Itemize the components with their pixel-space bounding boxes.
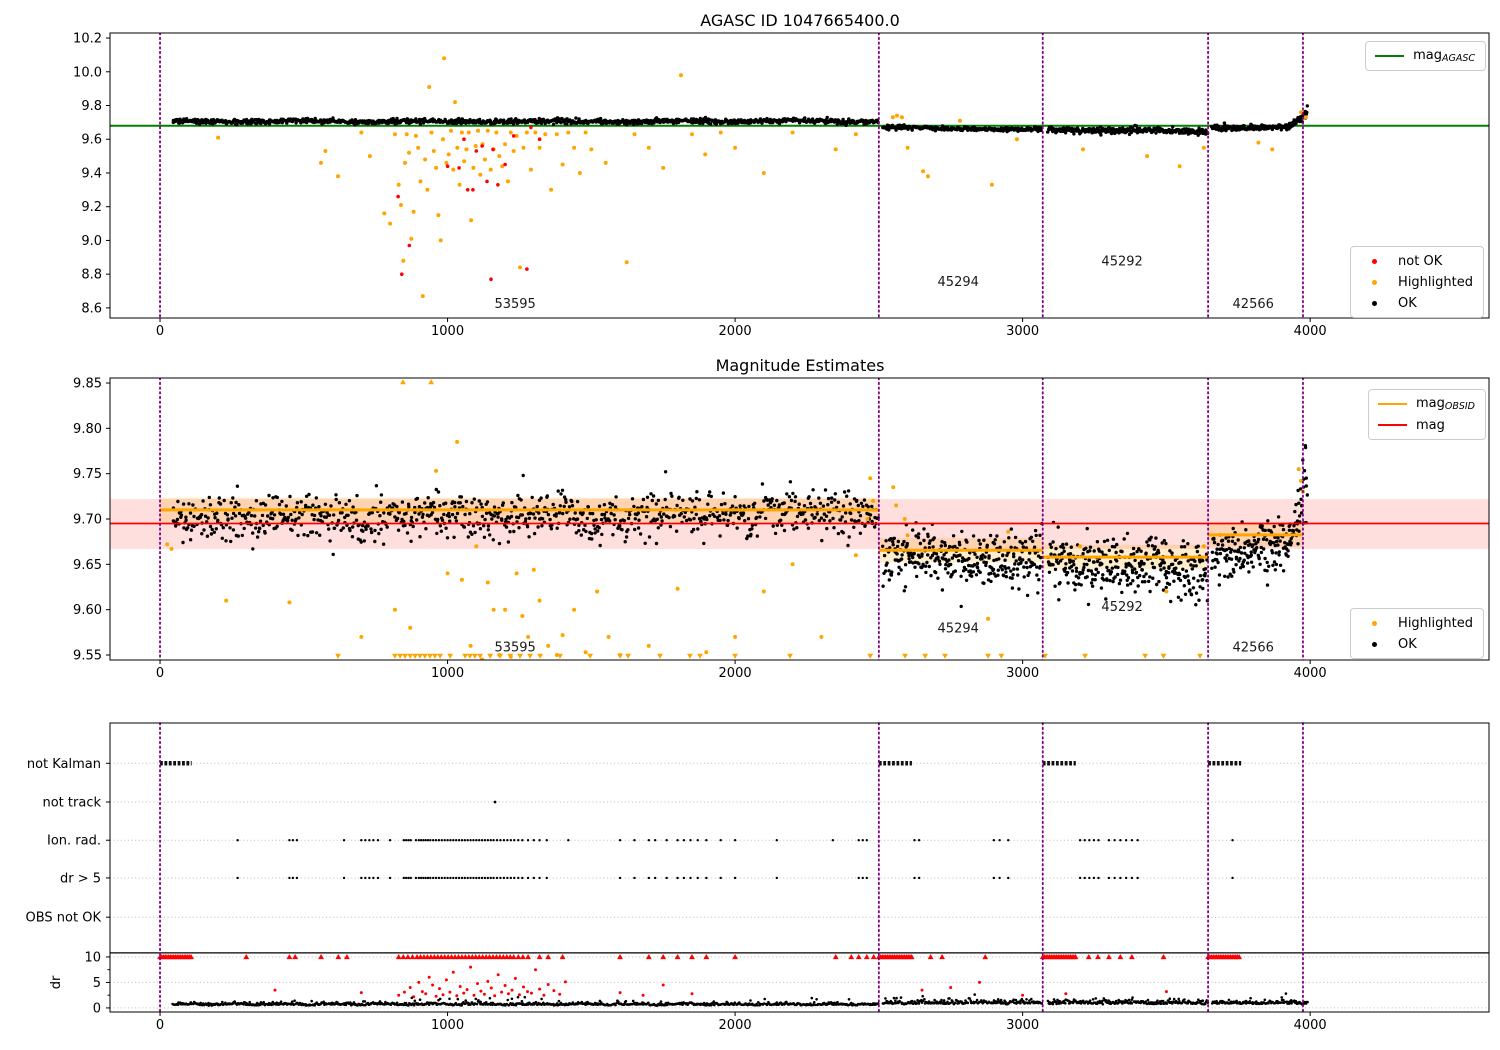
legend-entry: not OK: [1360, 252, 1473, 270]
obsid-label: 42566: [1233, 640, 1274, 655]
dr-axis-label: dr: [49, 975, 64, 989]
bottom-xtick: 4000: [1294, 1018, 1327, 1033]
legend-entry: mag: [1377, 416, 1475, 434]
top-axes: 0 1000 2000 3000 4000 10.2 10.0 9.8 9.6 9.4 9.2 9.0…: [73, 32, 1490, 339]
legend-label: not OK: [1398, 253, 1443, 269]
legend-line-sample: [1377, 424, 1407, 426]
top-ytick: 9.4: [81, 166, 102, 181]
legend-label-subscript: AGASC: [1441, 52, 1475, 64]
middle-plot-data: [110, 378, 1489, 660]
top-plot: 53595 45294 45292 42566 0 1000 2000 3000 4000 10.…: [73, 32, 1490, 339]
top-ytick: 8.8: [81, 268, 102, 283]
bottom-xtick: 2000: [719, 1018, 752, 1033]
flag-row-label: not track: [42, 796, 101, 811]
legend-label: magOBSID: [1415, 395, 1475, 412]
legend-point-types-top: not OK Highlighted OK: [1350, 246, 1484, 318]
legend-label: Highlighted: [1398, 274, 1473, 290]
legend-marker-sample: [1360, 279, 1389, 285]
chart-svg: 535954529445292425660 1000 2000 3000 400010.…: [26, 32, 1490, 1033]
legend-entry: OK: [1360, 635, 1473, 653]
mid-xtick: 1000: [431, 666, 464, 681]
dr-gt5-flags: [236, 876, 1234, 880]
mid-xtick: 4000: [1294, 666, 1327, 681]
dr-trace-points: [171, 992, 1309, 1007]
legend-mag-lines: magOBSID mag: [1367, 389, 1486, 440]
plot2-title: Magnitude Estimates: [715, 356, 885, 375]
legend-entry: Highlighted: [1360, 273, 1473, 291]
obsid-label: 53595: [494, 640, 535, 655]
mid-ytick: 9.75: [73, 467, 102, 482]
legend-label: Highlighted: [1398, 615, 1473, 631]
legend-entry: OK: [1360, 294, 1473, 312]
top-xtick: 2000: [719, 324, 752, 339]
legend-label: OK: [1398, 295, 1417, 311]
not-track-flags: [493, 800, 497, 804]
top-xtick: 0: [156, 324, 164, 339]
top-ytick: 10.2: [73, 32, 102, 47]
legend-label: OK: [1398, 636, 1417, 652]
top-plot-data: [110, 33, 1489, 318]
middle-plot: 53595 45294 45292 42566 0 1000 2000 3000 4000 9.8…: [73, 376, 1490, 681]
obsid-label: 45294: [938, 275, 979, 290]
legend-mag-agasc: magAGASC: [1365, 41, 1486, 71]
ok-points: [171, 104, 1310, 137]
legend-marker-sample: [1360, 620, 1389, 626]
mid-ytick: 9.55: [73, 649, 102, 664]
legend-point-types-mid: Highlighted OK: [1350, 608, 1484, 659]
top-xtick: 3000: [1006, 324, 1039, 339]
top-xtick: 1000: [431, 324, 464, 339]
mid-xtick: 2000: [719, 666, 752, 681]
flag-row-label: not Kalman: [27, 757, 101, 772]
top-ytick: 9.6: [81, 133, 102, 148]
legend-line-sample: [1375, 55, 1405, 57]
legend-marker-sample: [1360, 641, 1389, 647]
legend-entry: Highlighted: [1360, 614, 1473, 632]
bottom-xtick: 0: [156, 1018, 164, 1033]
ion-rad-flags: [236, 839, 1234, 842]
top-ytick: 9.0: [81, 234, 102, 249]
legend-entry: magOBSID: [1377, 395, 1475, 413]
top-ytick: 10.0: [73, 65, 102, 80]
obsid-label: 45292: [1101, 255, 1142, 270]
top-ytick: 9.8: [81, 99, 102, 114]
grid-lines: [110, 762, 1489, 1009]
obsid-boundary-lines: [159, 33, 1304, 318]
flag-row-label: Ion. rad.: [47, 834, 101, 849]
mid-xtick: 0: [156, 666, 164, 681]
top-ytick: 8.6: [81, 301, 102, 316]
figure-canvas: 53595 45294 45292 42566 0 1000 2000 3000 4000 10.…: [0, 0, 1500, 1050]
mid-ytick: 9.80: [73, 422, 102, 437]
dr-ytick: 10: [84, 950, 101, 965]
mid-xtick: 3000: [1006, 666, 1039, 681]
obsid-label: 53595: [494, 297, 535, 312]
bottom-plot: 0 1000 2000 3000 4000 not Kalman not track Ion.…: [26, 722, 1490, 1033]
dr-red-points: [273, 965, 1168, 999]
dr-ytick: 5: [93, 976, 101, 991]
obsid-label: 45294: [938, 621, 979, 636]
legend-label: mag: [1415, 417, 1445, 433]
legend-line-sample: [1377, 403, 1407, 405]
mid-ytick: 9.70: [73, 513, 102, 528]
legend-marker-sample: [1360, 300, 1389, 306]
top-ytick: 9.2: [81, 200, 102, 215]
bottom-xtick: 1000: [431, 1018, 464, 1033]
mid-ytick: 9.60: [73, 603, 102, 618]
plot1-title: AGASC ID 1047665400.0: [700, 11, 900, 30]
mid-ytick: 9.65: [73, 558, 102, 573]
obsid-boundary-lines: [159, 722, 1304, 1013]
bottom-xtick: 3000: [1006, 1018, 1039, 1033]
flag-row-label: OBS not OK: [26, 911, 102, 926]
obsid-label: 45292: [1101, 600, 1142, 615]
flag-row-label: dr > 5: [60, 871, 101, 886]
highlighted-points: [216, 56, 1308, 299]
legend-entry: magAGASC: [1375, 47, 1475, 65]
legend-label-subscript: OBSID: [1444, 400, 1475, 412]
obsid-label: 42566: [1233, 297, 1274, 312]
top-xtick: 4000: [1294, 324, 1327, 339]
bottom-plot-data: [157, 722, 1309, 1013]
legend-marker-sample: [1360, 258, 1389, 264]
mid-ytick: 9.85: [73, 376, 102, 391]
legend-label: magAGASC: [1413, 47, 1475, 64]
dr-ytick: 0: [93, 1001, 101, 1016]
